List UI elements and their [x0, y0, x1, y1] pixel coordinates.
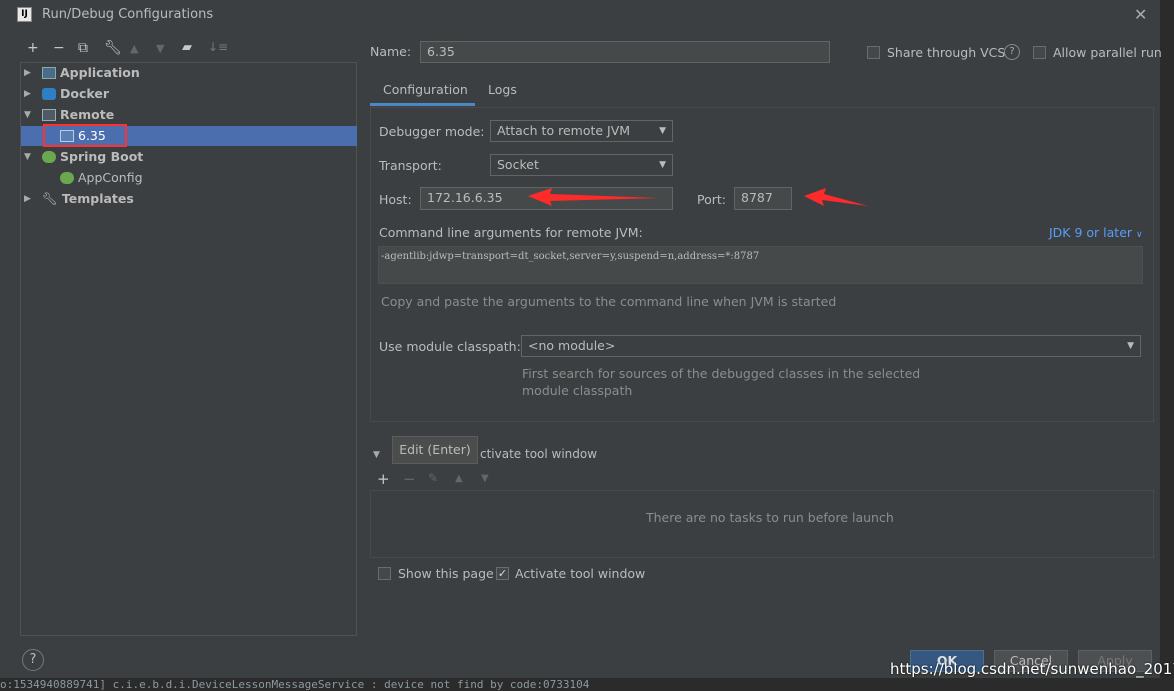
move-down-icon[interactable]: ▼ — [156, 42, 164, 55]
module-hint-line-2: module classpath — [522, 383, 633, 398]
add-task-icon[interactable]: + — [377, 470, 390, 488]
background-console-line: o:1534940889741] c.i.e.b.d.i.DeviceLesso… — [0, 678, 1174, 691]
tab-underline — [370, 103, 475, 106]
copy-icon[interactable]: ⧉ — [78, 40, 88, 56]
cmd-args-textarea[interactable]: -agentlib:jdwp=transport=dt_socket,serve… — [378, 246, 1143, 284]
tree-item-label: Spring Boot — [60, 149, 144, 164]
spring-boot-icon — [42, 151, 56, 163]
activate-tool-window-label: Activate tool window — [515, 566, 646, 581]
cmd-args-label: Command line arguments for remote JVM: — [379, 225, 643, 240]
debugger-mode-value: Attach to remote JVM — [497, 123, 631, 138]
expand-arrow-icon[interactable]: ▶ — [24, 84, 31, 104]
sort-icon[interactable]: ↓≡ — [208, 40, 228, 54]
tree-item-label: AppConfig — [78, 170, 143, 185]
edit-tooltip: Edit (Enter) — [392, 436, 478, 464]
remove-task-icon[interactable]: − — [403, 470, 416, 488]
close-icon[interactable]: ✕ — [1134, 5, 1147, 24]
remove-icon[interactable]: − — [53, 40, 65, 56]
host-label: Host: — [379, 192, 412, 207]
module-classpath-label: Use module classpath: — [379, 339, 521, 354]
add-icon[interactable]: + — [27, 40, 39, 56]
move-down-icon[interactable]: ▼ — [481, 473, 489, 484]
before-launch-header: ctivate tool window — [480, 447, 598, 461]
collapse-arrow-icon[interactable]: ▼ — [24, 147, 31, 167]
tree-item-label: Templates — [61, 191, 134, 206]
show-page-checkbox[interactable] — [378, 567, 391, 580]
tab-logs[interactable]: Logs — [488, 82, 517, 97]
module-classpath-value: <no module> — [528, 338, 616, 353]
application-icon — [42, 67, 56, 79]
edit-task-icon[interactable]: ✎ — [428, 471, 438, 485]
collapse-arrow-icon[interactable]: ▼ — [24, 105, 31, 125]
share-vcs-label: Share through VCS — [887, 45, 1006, 60]
annotation-arrows — [528, 188, 868, 206]
help-button[interactable]: ? — [22, 649, 44, 671]
transport-select[interactable]: Socket ▼ — [490, 154, 673, 176]
wrench-icon: 🔧︎ — [42, 191, 58, 206]
allow-parallel-label: Allow parallel run — [1053, 45, 1162, 60]
intellij-icon: IJ — [17, 7, 32, 22]
chevron-down-icon: ▼ — [659, 160, 666, 170]
no-tasks-text: There are no tasks to run before launch — [646, 510, 894, 525]
expand-arrow-icon[interactable]: ▶ — [24, 189, 31, 209]
remote-icon — [42, 109, 56, 121]
chevron-down-icon: ∨ — [1136, 230, 1143, 240]
chevron-down-icon: ▼ — [1127, 341, 1134, 351]
tree-item-label: Application — [60, 65, 140, 80]
cmd-args-hint: Copy and paste the arguments to the comm… — [381, 294, 837, 309]
name-input[interactable]: 6.35 — [420, 41, 830, 63]
name-label: Name: — [370, 44, 412, 59]
tree-item-appconfig[interactable]: AppConfig — [60, 168, 143, 188]
expand-arrow-icon[interactable]: ▶ — [24, 63, 31, 83]
module-hint-line-1: First search for sources of the debugged… — [522, 366, 921, 381]
tab-label: Configuration — [383, 82, 468, 97]
help-icon[interactable]: ? — [1004, 44, 1020, 60]
folder-icon[interactable]: ▰ — [182, 40, 192, 55]
collapse-arrow-icon[interactable]: ▼ — [373, 450, 380, 460]
move-up-icon[interactable]: ▲ — [455, 473, 463, 484]
watermark-text: https://blog.csdn.net/sunwenhao_2017 — [890, 660, 1174, 678]
red-arrow-host — [528, 188, 660, 206]
red-arrow-port — [804, 188, 868, 206]
tree-item-label: Remote — [60, 107, 115, 122]
debugger-mode-select[interactable]: Attach to remote JVM ▼ — [490, 120, 673, 142]
allow-parallel-checkbox[interactable] — [1033, 46, 1046, 59]
jdk-version-link[interactable]: JDK 9 or later ∨ — [1049, 225, 1143, 240]
module-classpath-select[interactable]: <no module> ▼ — [521, 335, 1141, 357]
wrench-icon[interactable]: 🔧︎ — [104, 40, 122, 56]
spring-config-icon — [60, 172, 74, 184]
jdk-version-text: JDK 9 or later — [1049, 225, 1133, 240]
move-up-icon[interactable]: ▲ — [130, 42, 138, 55]
window-title: Run/Debug Configurations — [42, 7, 214, 22]
tab-configuration[interactable]: Configuration — [370, 80, 475, 106]
docker-icon — [42, 88, 56, 100]
debugger-mode-label: Debugger mode: — [379, 124, 485, 139]
show-page-label: Show this page — [398, 566, 494, 581]
chevron-down-icon: ▼ — [659, 126, 666, 136]
transport-value: Socket — [497, 157, 539, 172]
annotation-highlight-box — [43, 124, 127, 147]
activate-tool-window-checkbox[interactable]: ✓ — [496, 567, 509, 580]
transport-label: Transport: — [379, 158, 442, 173]
tree-item-label: Docker — [60, 86, 109, 101]
share-vcs-checkbox[interactable] — [867, 46, 880, 59]
